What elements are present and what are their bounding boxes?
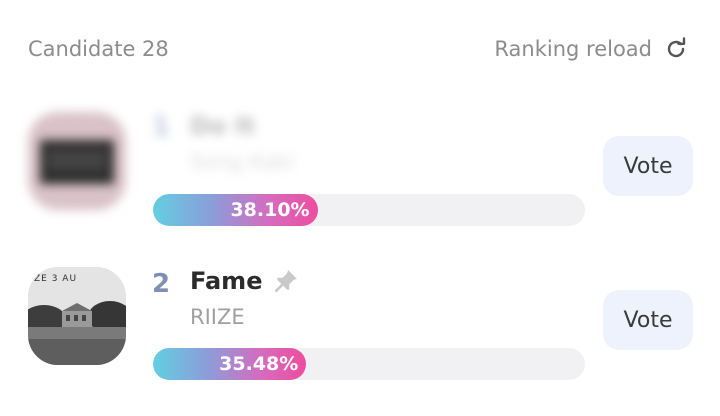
song-title: Do It [190, 112, 256, 140]
vote-button[interactable]: Vote [603, 290, 693, 350]
vote-progress-bar: 35.48% [153, 348, 585, 380]
pin-icon[interactable] [273, 268, 299, 294]
vote-percentage: 35.48% [219, 353, 299, 375]
vote-progress-bar: 38.10% [153, 194, 585, 226]
blurred-details: 1 Do It Song Kaki [0, 100, 600, 190]
album-cover-art: ZE 3 AU [28, 267, 126, 365]
album-cover: ZE 3 AU [28, 267, 126, 365]
vote-progress-fill: 38.10% [153, 194, 318, 226]
svg-text:ZE 3 AU: ZE 3 AU [34, 274, 77, 284]
song-title: Fame [190, 267, 263, 295]
ranking-reload-button[interactable]: Ranking reload [494, 37, 688, 61]
candidate-count: Candidate 28 [28, 37, 169, 61]
ranking-entry: ZE 3 AU 2 Fame RIIZE 35.48% Vote [0, 255, 720, 395]
refresh-icon [667, 37, 686, 58]
ranking-entry: 1 Do It Song Kaki 38.10% Vote [0, 100, 720, 240]
rank-number: 1 [152, 112, 171, 142]
vote-button[interactable]: Vote [603, 136, 693, 196]
vote-percentage: 38.10% [230, 199, 310, 221]
artist-name: RIIZE [190, 305, 245, 329]
ranking-header: Candidate 28 Ranking reload [0, 0, 720, 100]
rank-number: 2 [152, 269, 171, 299]
artist-name: Song Kaki [190, 150, 294, 174]
vote-progress-fill: 35.48% [153, 348, 307, 380]
ranking-reload-label: Ranking reload [494, 37, 652, 61]
